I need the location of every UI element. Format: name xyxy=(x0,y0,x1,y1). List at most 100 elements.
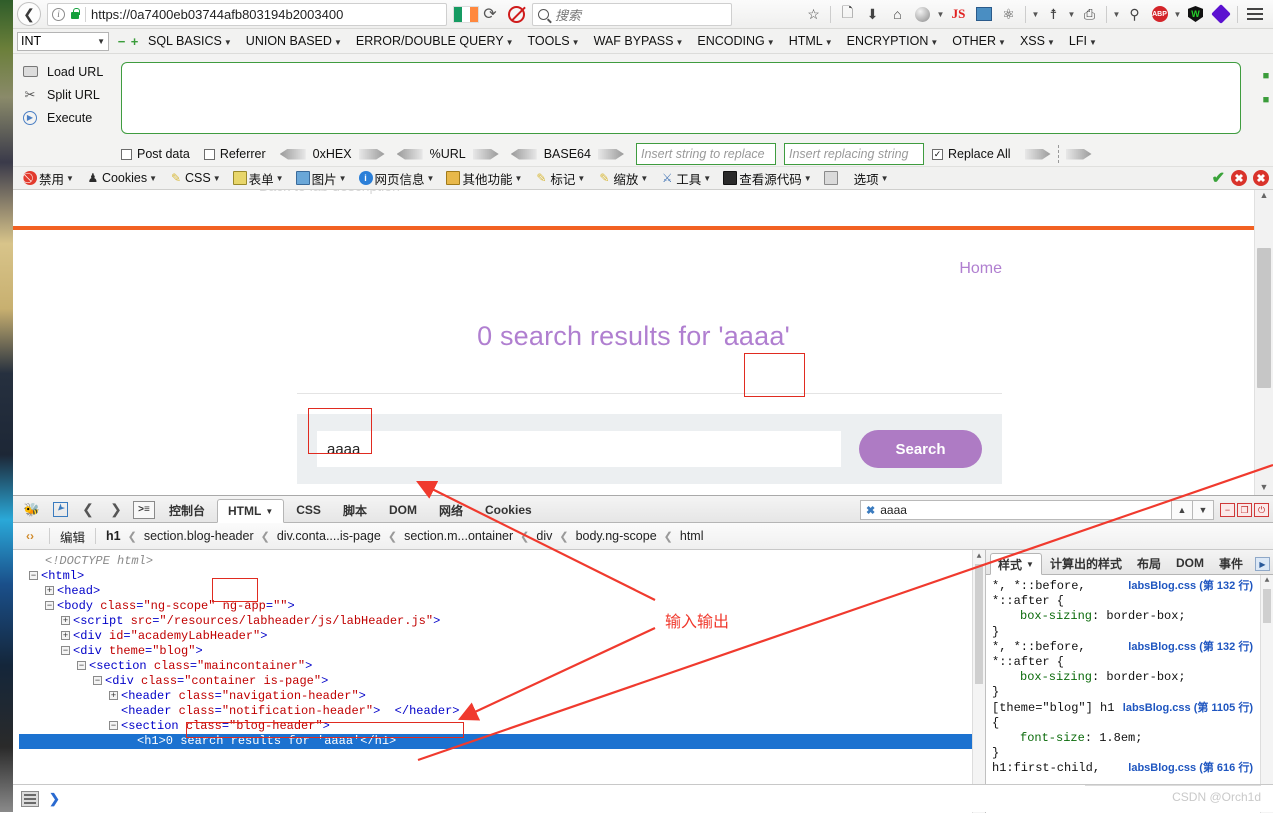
zoom-icon[interactable]: ⚲ xyxy=(1123,3,1146,26)
nav-forward-icon[interactable]: ❯ xyxy=(103,497,129,522)
breadcrumb-item-blog-header[interactable]: section.blog-header xyxy=(142,529,256,543)
html-tree-line[interactable]: − <body class="ng-scope" ng-app=""> xyxy=(19,599,985,614)
css-source-link[interactable]: labsBlog.css (第 132 行) xyxy=(1128,579,1253,594)
hackbar-menu-lfi[interactable]: LFI ▼ xyxy=(1062,34,1104,48)
referrer-checkbox[interactable]: Referrer xyxy=(203,147,266,161)
lock-icon[interactable] xyxy=(70,8,80,20)
css-rule[interactable]: *, *::before, labsBlog.css (第 132 行) *::af… xyxy=(992,579,1273,640)
wappalyzer-icon[interactable]: W xyxy=(1184,3,1207,26)
collapse-toggle-icon[interactable]: − xyxy=(45,601,54,610)
tab-dom[interactable]: DOM xyxy=(379,498,427,522)
side-tab-events[interactable]: 事件 xyxy=(1212,552,1250,574)
css-declaration[interactable]: font-size: 1.8em; xyxy=(992,731,1273,746)
html-tree-line[interactable]: + <header class="navigation-header"> xyxy=(19,689,985,704)
hackbar-url-textarea[interactable] xyxy=(121,62,1241,134)
wdt-forms-menu[interactable]: 表单 ▼ xyxy=(227,169,290,188)
html-tree-line[interactable]: − <section class="maincontainer"> xyxy=(19,659,985,674)
hackbar-icon[interactable] xyxy=(1209,3,1232,26)
expand-toggle-icon[interactable]: + xyxy=(61,616,70,625)
collapse-toggle-icon[interactable]: − xyxy=(77,661,86,670)
html-tree-line[interactable]: <h1>0 search results for 'aaaa'</h1> xyxy=(19,734,985,749)
downloads-icon[interactable]: ⬇ xyxy=(861,3,884,26)
wdt-page-info-menu[interactable]: i 网页信息 ▼ xyxy=(353,169,441,188)
page-vertical-scrollbar[interactable]: ▲ ▼ xyxy=(1254,186,1273,495)
base64-encoder-control[interactable]: BASE64 xyxy=(510,147,624,161)
nav-back-icon[interactable]: ❮ xyxy=(75,497,101,522)
side-tab-styles[interactable]: 样式 ▼ xyxy=(990,553,1042,575)
encode-right-icon[interactable] xyxy=(358,148,385,160)
css-rule[interactable]: [theme="blog"] h1 labsBlog.css (第 1105 行)… xyxy=(992,701,1273,762)
wdt-view-source-menu[interactable]: 查看源代码 ▼ xyxy=(717,169,817,188)
error-icon-1[interactable]: ✖ xyxy=(1231,170,1247,186)
expand-toggle-icon[interactable]: + xyxy=(109,691,118,700)
hex-encoder-control[interactable]: 0xHEX xyxy=(279,147,385,161)
css-source-link[interactable]: labsBlog.css (第 616 行) xyxy=(1128,761,1253,776)
wdt-images-menu[interactable]: 图片 ▼ xyxy=(290,169,353,188)
breadcrumb-item-container[interactable]: div.conta....is-page xyxy=(275,529,383,543)
scroll-up-arrow-icon[interactable]: ▲ xyxy=(1261,575,1273,587)
replace-from-input[interactable]: Insert string to replace xyxy=(635,143,776,165)
chevron-down-icon[interactable]: ▼ xyxy=(1067,3,1076,26)
back-arrow-icon[interactable]: ❮ xyxy=(17,2,41,26)
ghostery-icon[interactable] xyxy=(911,3,934,26)
css-rules-panel[interactable]: *, *::before, labsBlog.css (第 132 行) *::af… xyxy=(986,575,1273,813)
command-prompt-icon[interactable]: ❯ xyxy=(49,791,60,807)
breadcrumb-item-body[interactable]: body.ng-scope xyxy=(574,529,659,543)
expand-toggle-icon[interactable]: + xyxy=(61,631,70,640)
palette-icon[interactable]: ⚛ xyxy=(997,3,1020,26)
wdt-outline-menu[interactable]: ✎ 标记 ▼ xyxy=(528,169,591,188)
html-tree-line[interactable]: <header class="notification-header"> </h… xyxy=(19,704,985,719)
chevron-down-icon[interactable]: ▼ xyxy=(1112,3,1121,26)
scrollbar-thumb[interactable] xyxy=(1257,248,1271,388)
menu-hamburger-icon[interactable] xyxy=(1243,3,1266,26)
replace-all-checkbox[interactable]: ✓ Replace All xyxy=(931,147,1011,161)
inspect-element-icon[interactable] xyxy=(47,497,73,522)
hackbar-minus-button[interactable]: − xyxy=(115,34,128,49)
wdt-css-menu[interactable]: ✎ CSS ▼ xyxy=(163,171,227,185)
html-tree-line[interactable]: <!DOCTYPE html> xyxy=(19,554,985,569)
wdt-disable-menu[interactable]: ⃠禁用▼ xyxy=(17,169,80,188)
css-source-link[interactable]: labsBlog.css (第 1105 行) xyxy=(1123,701,1253,716)
reload-icon[interactable]: ⟳ xyxy=(479,4,501,24)
expand-down-icon[interactable]: ■ xyxy=(1263,94,1270,106)
hackbar-type-select[interactable]: INT ▼ xyxy=(17,31,109,51)
clear-search-icon[interactable]: ✖ xyxy=(866,504,875,517)
url-encoder-control[interactable]: %URL xyxy=(396,147,499,161)
search-term-input[interactable]: aaaa xyxy=(317,431,841,468)
hackbar-menu-error-double-query[interactable]: ERROR/DOUBLE QUERY ▼ xyxy=(349,34,521,48)
code-icon[interactable]: ‹› xyxy=(19,529,41,543)
collapse-toggle-icon[interactable]: − xyxy=(109,721,118,730)
hackbar-menu-sql-basics[interactable]: SQL BASICS ▼ xyxy=(141,34,239,48)
minimize-button[interactable]: − xyxy=(1220,503,1235,517)
hackbar-menu-xss[interactable]: XSS ▼ xyxy=(1013,34,1062,48)
side-tabs-overflow-icon[interactable]: ▶ xyxy=(1255,557,1270,571)
css-panel-scrollbar[interactable]: ▲ ▼ xyxy=(1260,575,1273,813)
scroll-down-arrow-icon[interactable]: ▼ xyxy=(1255,478,1273,495)
nav-home-link[interactable]: Home xyxy=(13,230,1254,278)
breadcrumb-item-div[interactable]: div xyxy=(534,529,554,543)
html-tree-line[interactable]: + <div id="academyLabHeader"> xyxy=(19,629,985,644)
hackbar-menu-other[interactable]: OTHER ▼ xyxy=(945,34,1013,48)
decode-left-icon[interactable] xyxy=(510,148,537,160)
hackbar-menu-encryption[interactable]: ENCRYPTION ▼ xyxy=(840,34,946,48)
html-source-tree[interactable]: <!DOCTYPE html> − <html> + <head> − <body clas… xyxy=(13,550,985,813)
search-submit-button[interactable]: Search xyxy=(859,430,982,469)
url-input[interactable]: i https://0a7400eb03744afb803194b2003400 xyxy=(47,2,447,26)
load-url-button[interactable]: Load URL xyxy=(13,60,121,83)
replace-apply-alt-icon[interactable] xyxy=(1065,148,1092,160)
error-icon-2[interactable]: ✖ xyxy=(1253,170,1269,186)
tab-css[interactable]: CSS xyxy=(286,498,331,522)
tab-html[interactable]: HTML ▼ xyxy=(217,499,285,523)
post-data-checkbox[interactable]: Post data xyxy=(121,147,190,161)
encode-right-icon[interactable] xyxy=(472,148,499,160)
decode-left-icon[interactable] xyxy=(396,148,423,160)
search-input[interactable]: 搜索 xyxy=(532,2,732,26)
expand-up-icon[interactable]: ■ xyxy=(1263,70,1270,82)
scrollbar-thumb[interactable] xyxy=(1263,589,1271,623)
wdt-cookies-menu[interactable]: ♟ Cookies ▼ xyxy=(80,171,163,185)
expand-toggle-icon[interactable]: + xyxy=(45,586,54,595)
encode-right-icon[interactable] xyxy=(597,148,624,160)
edit-button[interactable]: 编辑 xyxy=(58,527,87,546)
wdt-misc-menu[interactable]: 其他功能 ▼ xyxy=(440,169,528,188)
css-source-link[interactable]: labsBlog.css (第 132 行) xyxy=(1128,640,1253,655)
